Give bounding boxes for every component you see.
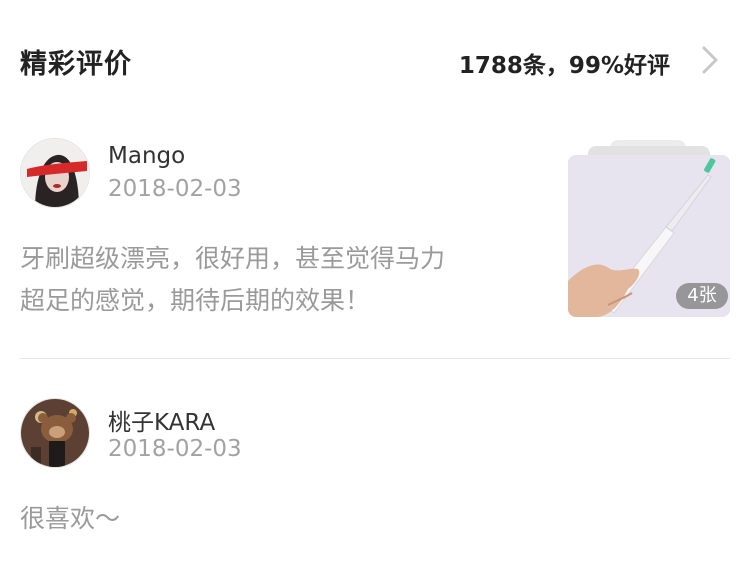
review-text: 牙刷超级漂亮，很好用，甚至觉得马力 超足的感觉，期待后期的效果！ bbox=[20, 244, 446, 315]
toothbrush-photo[interactable]: 4张 bbox=[568, 155, 730, 317]
review-text: 很喜欢～ bbox=[20, 504, 121, 533]
section-title: 精彩评价 bbox=[20, 49, 132, 80]
review-photo-stack[interactable]: 4张 bbox=[568, 138, 730, 318]
review-date: 2018-02-03 bbox=[108, 176, 242, 202]
reviews-page: 精彩评价 1788条，99%好评 Mango 2018-02-03 牙刷超级漂亮… bbox=[0, 0, 750, 580]
photo-count-badge: 4张 bbox=[676, 283, 728, 309]
review-username: 桃子KARA bbox=[108, 410, 216, 436]
user-avatar[interactable] bbox=[20, 398, 90, 468]
rating-summary[interactable]: 1788条，99%好评 bbox=[459, 46, 670, 80]
chevron-right-icon[interactable] bbox=[696, 44, 724, 76]
review-item: Mango 2018-02-03 牙刷超级漂亮，很好用，甚至觉得马力 超足的感觉… bbox=[20, 138, 730, 338]
review-date: 2018-02-03 bbox=[108, 436, 242, 462]
review-divider bbox=[20, 358, 730, 359]
reviews-header[interactable]: 精彩评价 1788条，99%好评 bbox=[20, 38, 730, 84]
review-username: Mango bbox=[108, 143, 186, 169]
user-avatar[interactable] bbox=[20, 138, 90, 208]
review-item: 桃子KARA 2018-02-03 很喜欢～ bbox=[20, 398, 730, 548]
